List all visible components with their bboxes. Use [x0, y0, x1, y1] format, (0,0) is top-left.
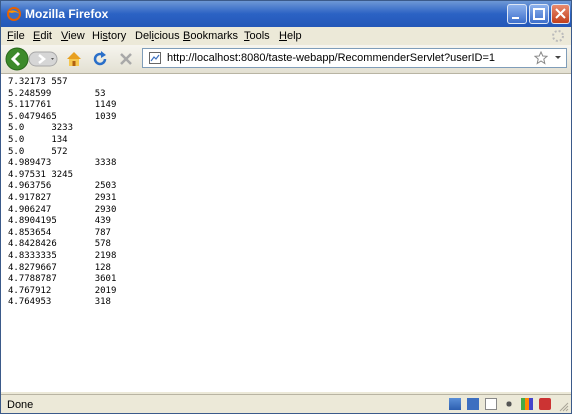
menu-file[interactable]: File	[7, 29, 25, 43]
recommendation-row: 4.7788787 3601	[8, 274, 117, 285]
recommendation-row: 4.8279667 128	[8, 262, 111, 273]
recommendation-list: 7.32173 557 5.248599 53 5.117761 1149 5.047…	[8, 77, 116, 309]
menu-view[interactable]: View	[61, 29, 85, 43]
menu-edit[interactable]: Edit	[33, 29, 52, 43]
delicious-status-icon[interactable]	[466, 398, 479, 410]
menu-bar: File Edit View History Delicious Bookmar…	[1, 27, 571, 45]
mail-status-icon[interactable]	[484, 398, 497, 410]
title-bar[interactable]: Mozilla Firefox	[1, 1, 571, 27]
throbber-icon	[552, 30, 564, 42]
browser-window: Mozilla Firefox File Edit View History D…	[0, 0, 572, 414]
reload-icon[interactable]	[91, 50, 109, 68]
menu-history[interactable]: History	[92, 29, 126, 43]
maximize-icon	[533, 8, 545, 20]
recommendation-row: 5.0479465 1039	[8, 111, 117, 122]
recommendation-row: 4.8428426 578	[8, 239, 111, 250]
recommendation-row: 4.767912 2019	[8, 285, 117, 296]
recommendation-row: 4.906247 2930	[8, 204, 117, 215]
firefox-logo-icon	[7, 7, 21, 21]
menu-bookmarks[interactable]: Bookmarks	[183, 29, 238, 43]
recommendation-row: 5.0 3233	[8, 123, 74, 134]
home-icon[interactable]	[65, 50, 83, 68]
menu-delicious[interactable]: Delicious	[135, 29, 180, 43]
url-bar[interactable]: http://localhost:8080/taste-webapp/Recom…	[142, 48, 567, 68]
resize-grip-icon[interactable]	[559, 402, 569, 412]
status-bar: Done	[1, 394, 571, 413]
back-forward-icon	[5, 47, 58, 71]
url-text[interactable]: http://localhost:8080/taste-webapp/Recom…	[167, 52, 495, 65]
bookmark-star-icon[interactable]	[534, 51, 548, 65]
recommendation-row: 4.963756 2503	[8, 181, 117, 192]
recommendation-row: 4.97531 3245	[8, 169, 74, 180]
minimize-icon	[512, 17, 519, 19]
gear-status-icon[interactable]	[502, 398, 515, 410]
minimize-button[interactable]	[507, 4, 527, 24]
chart-status-icon[interactable]	[520, 398, 533, 410]
recommendation-row: 4.989473 3338	[8, 158, 117, 169]
recommendation-row: 4.8904195 439	[8, 216, 111, 227]
menu-help[interactable]: Help	[279, 29, 302, 43]
close-icon	[555, 8, 566, 19]
page-icon	[149, 52, 161, 64]
recommendation-row: 5.0 572	[8, 146, 68, 157]
status-text: Done	[7, 399, 34, 411]
status-icons	[446, 398, 551, 412]
addon-status-icon[interactable]	[448, 398, 461, 410]
recommendation-row: 7.32173 557	[8, 77, 68, 87]
recommendation-row: 4.853654 787	[8, 227, 111, 238]
recommendation-row: 5.248599 53	[8, 88, 106, 99]
recommendation-row: 4.764953 318	[8, 297, 111, 308]
recommendation-row: 4.8333335 2198	[8, 250, 117, 261]
recommendation-row: 5.117761 1149	[8, 100, 117, 111]
window-title: Mozilla Firefox	[25, 7, 109, 21]
blocker-status-icon[interactable]	[539, 398, 551, 410]
recommendation-row: 4.917827 2931	[8, 192, 117, 203]
url-dropdown-icon[interactable]	[554, 55, 562, 61]
stop-icon[interactable]	[117, 50, 135, 68]
menu-tools[interactable]: Tools	[244, 29, 270, 43]
recommendation-row: 5.0 134	[8, 134, 68, 145]
page-content: 7.32173 557 5.248599 53 5.117761 1149 5.047…	[1, 74, 571, 392]
close-button[interactable]	[551, 4, 570, 24]
maximize-button[interactable]	[529, 4, 549, 24]
